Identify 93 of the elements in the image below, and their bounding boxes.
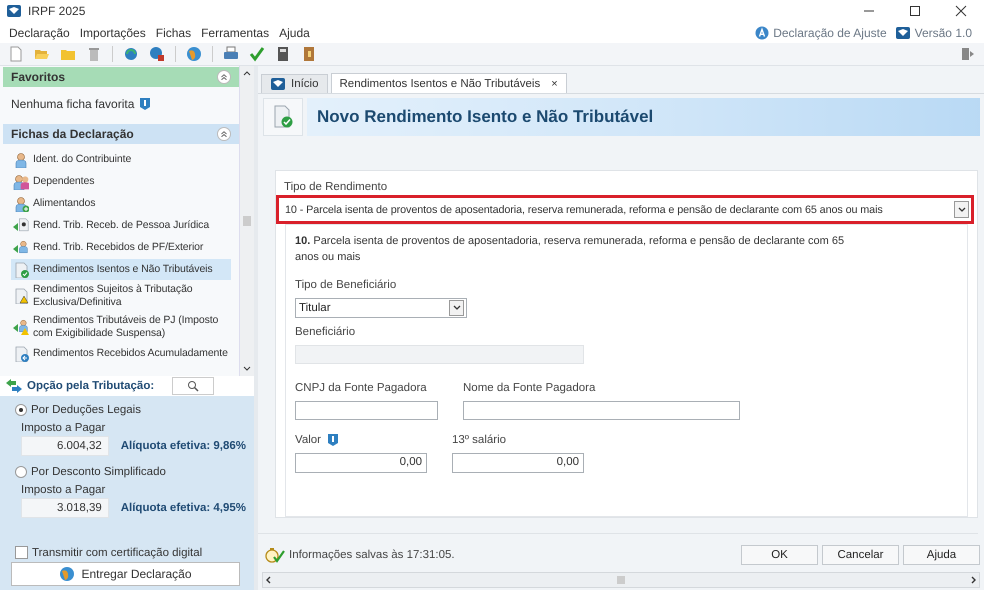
printer-icon[interactable] bbox=[223, 46, 239, 62]
sidebar-item[interactable]: Alimentandos bbox=[11, 193, 231, 214]
people-icon bbox=[13, 174, 29, 190]
sidebar-item[interactable]: Rendimentos Tributáveis de PJ (Imposto com Exigibilidade Suspensa) bbox=[11, 312, 231, 342]
app-logo-icon bbox=[270, 76, 286, 92]
menu-item[interactable]: Importações bbox=[74, 26, 151, 40]
document-check-icon bbox=[273, 105, 293, 129]
document-check-icon bbox=[13, 262, 29, 278]
search-button[interactable] bbox=[172, 377, 214, 395]
input-field[interactable]: 0,00 bbox=[295, 453, 427, 473]
calculator-icon[interactable] bbox=[275, 46, 291, 62]
scrollbar-thumb[interactable] bbox=[243, 216, 251, 226]
input-field[interactable] bbox=[463, 401, 740, 420]
sidebar-item[interactable]: Rend. Trib. Recebidos de PF/Exterior bbox=[11, 237, 231, 258]
section-title: Opção pela Tributação: bbox=[27, 380, 154, 392]
close-icon bbox=[955, 5, 967, 17]
arrow-person-icon bbox=[13, 218, 29, 234]
arrow-person-icon bbox=[13, 240, 29, 256]
trash-icon[interactable] bbox=[86, 46, 102, 62]
close-tab-button[interactable]: × bbox=[551, 78, 558, 90]
letter-a-icon bbox=[755, 26, 770, 40]
radio-button[interactable] bbox=[15, 404, 27, 416]
exit-icon[interactable] bbox=[960, 46, 976, 62]
menu-item[interactable]: Ferramentas bbox=[196, 26, 274, 40]
page-title: Novo Rendimento Isento e Não Tributável bbox=[317, 107, 654, 127]
input-field[interactable]: 0,00 bbox=[452, 453, 584, 473]
maximize-icon bbox=[909, 5, 921, 17]
scrollbar-thumb[interactable] bbox=[617, 576, 625, 584]
new-document-icon[interactable] bbox=[8, 46, 24, 62]
globe-icon[interactable] bbox=[186, 46, 202, 62]
app-logo-icon bbox=[894, 24, 911, 40]
arrow-person-warning-icon bbox=[13, 319, 29, 335]
app-logo-icon bbox=[6, 3, 22, 19]
person-icon bbox=[13, 152, 29, 168]
fichas-header[interactable]: Fichas da Declaração bbox=[3, 124, 239, 144]
field-label: CNPJ da Fonte Pagadora bbox=[295, 382, 427, 394]
rate-text: Alíquota efetiva: 9,86% bbox=[120, 440, 246, 452]
search-icon bbox=[187, 380, 200, 392]
submit-button[interactable]: Entregar Declaração bbox=[11, 562, 240, 586]
checkmark-icon[interactable] bbox=[249, 46, 265, 62]
radio-button[interactable] bbox=[15, 466, 27, 478]
favorites-header[interactable]: Favoritos bbox=[3, 67, 239, 87]
header-link[interactable]: Versão 1.0 bbox=[914, 26, 972, 40]
amount-field: 3.018,39 bbox=[21, 498, 109, 518]
rate-text: Alíquota efetiva: 4,95% bbox=[120, 502, 246, 514]
menu-item[interactable]: Declaração bbox=[4, 26, 75, 40]
tab[interactable]: Início bbox=[261, 74, 328, 93]
collapse-icon[interactable] bbox=[217, 127, 231, 141]
document-warning-icon bbox=[13, 288, 29, 304]
collapse-icon[interactable] bbox=[217, 70, 231, 84]
field-label: Imposto a Pagar bbox=[21, 484, 106, 496]
window-title: IRPF 2025 bbox=[28, 4, 86, 18]
empty-message: Nenhuma ficha favorita bbox=[11, 97, 134, 111]
checkbox[interactable] bbox=[15, 546, 28, 559]
sidebar-item[interactable]: Rendimentos Sujeitos à Tributação Exclusiva/Definitiva bbox=[11, 281, 231, 311]
tab[interactable]: Rendimentos Isentos e Não Tributáveis × bbox=[330, 73, 567, 93]
input-field[interactable] bbox=[295, 401, 438, 420]
beneficiary-type-dropdown[interactable]: Titular bbox=[295, 298, 467, 318]
globe-icon bbox=[59, 566, 76, 582]
stopwatch-check-icon bbox=[265, 547, 285, 563]
menu-item[interactable]: Ajuda bbox=[274, 26, 315, 40]
sidebar-item[interactable]: Dependentes bbox=[11, 171, 231, 192]
menu-item[interactable]: Fichas bbox=[150, 26, 196, 40]
sidebar-item[interactable]: Rendimentos Recebidos Acumuladamente bbox=[11, 343, 231, 364]
section-title: Favoritos bbox=[11, 70, 66, 84]
swap-arrows-icon bbox=[5, 378, 23, 394]
section-title: Fichas da Declaração bbox=[11, 127, 134, 141]
book-icon[interactable] bbox=[301, 46, 317, 62]
field-label: 13º salário bbox=[452, 434, 506, 446]
field-label: Imposto a Pagar bbox=[21, 422, 106, 434]
amount-field: 6.004,32 bbox=[21, 436, 109, 456]
sidebar-item[interactable]: Rendimentos Isentos e Não Tributáveis bbox=[11, 259, 231, 280]
description-text: 10. Parcela isenta de proventos de aposentadoria, reserva remunerada, reforma e pensão de declarante com 65 anos ou mais bbox=[295, 234, 846, 265]
field-label: Valor bbox=[295, 434, 321, 446]
income-type-dropdown[interactable]: 10 - Parcela isenta de proventos de aposentadoria, reserva remunerada, reforma e pensão de declarante com 65 anos ou mais bbox=[276, 195, 974, 224]
option-label: Por Deduções Legais bbox=[31, 404, 141, 416]
document-arrow-icon bbox=[13, 346, 29, 362]
dialog-button[interactable]: OK bbox=[741, 545, 818, 565]
sidebar-item[interactable]: Rend. Trib. Receb. de Pessoa Jurídica bbox=[11, 215, 231, 236]
dialog-button[interactable]: Cancelar bbox=[822, 545, 899, 565]
people-add-icon bbox=[13, 196, 29, 212]
field-label: Tipo de Beneficiário bbox=[295, 279, 396, 291]
status-text: Informações salvas às 17:31:05. bbox=[289, 549, 455, 561]
info-icon bbox=[328, 434, 338, 446]
option-label: Por Desconto Simplificado bbox=[31, 466, 166, 478]
header-link[interactable]: Declaração de Ajuste bbox=[773, 26, 887, 40]
sidebar-item[interactable]: Ident. do Contribuinte bbox=[11, 149, 231, 170]
field-label: Tipo de Rendimento bbox=[284, 181, 388, 193]
field-label: Beneficiário bbox=[295, 326, 356, 338]
checkbox-label: Transmitir com certificação digital bbox=[32, 546, 202, 558]
field-label: Nome da Fonte Pagadora bbox=[463, 382, 596, 394]
info-icon bbox=[140, 98, 150, 110]
dialog-button[interactable]: Ajuda bbox=[903, 545, 980, 565]
